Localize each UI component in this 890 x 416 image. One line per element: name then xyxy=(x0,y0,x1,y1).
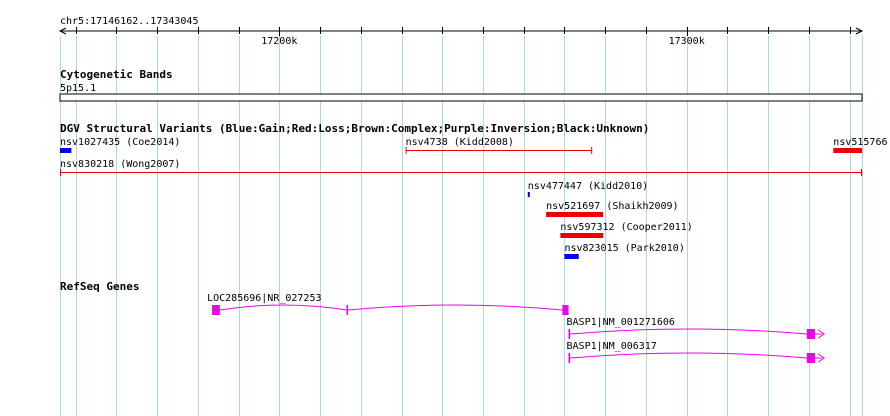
ruler-tick-label: 17300k xyxy=(669,36,705,47)
genome-tracks-canvas: chr5:17146162..17343045 17200k 17300k Cyt… xyxy=(58,16,887,416)
gene-exon xyxy=(568,329,571,339)
gene-label: LOC285696|NR_027253 xyxy=(207,293,321,304)
gene-intron xyxy=(347,304,563,311)
dgv-feature[interactable]: nsv477447 (Kidd2010) xyxy=(527,181,648,197)
dgv-feature[interactable]: nsv521697 (Shaikh2009) xyxy=(546,201,679,217)
dgv-feature-label: nsv521697 (Shaikh2009) xyxy=(546,201,678,212)
refseq-track-title: RefSeq Genes xyxy=(60,280,139,293)
dgv-feature-box xyxy=(60,148,72,153)
dgv-track-title: DGV Structural Variants (Blue:Gain;Red:L… xyxy=(60,122,649,135)
cytoband-track: Cytogenetic Bands 5p15.1 xyxy=(59,68,863,102)
dgv-feature[interactable]: nsv515766 xyxy=(833,137,887,153)
gene-exon xyxy=(806,329,815,339)
dgv-feature[interactable]: nsv597312 (Cooper2011) xyxy=(560,222,693,238)
dgv-feature-label: nsv4738 (Kidd2008) xyxy=(406,137,514,148)
dgv-feature-box xyxy=(546,212,604,217)
cytoband-bar xyxy=(59,93,863,102)
dgv-feature-label: nsv597312 (Cooper2011) xyxy=(560,222,692,233)
ruler-track: chr5:17146162..17343045 17200k 17300k xyxy=(58,16,864,47)
genome-browser-image: chr5:17146162..17343045 17200k 17300k Cyt… xyxy=(0,0,890,416)
gene-label: BASP1|NM_001271606 xyxy=(567,317,675,328)
gene-exon xyxy=(562,305,569,315)
grid-lines xyxy=(60,36,863,416)
dgv-feature[interactable]: nsv1027435 (Coe2014) xyxy=(60,137,180,153)
dgv-feature-box xyxy=(560,233,604,238)
gene-exon xyxy=(346,305,349,315)
refseq-genes: LOC285696|NR_027253 BASP1|NM_001271606 BAS… xyxy=(207,293,826,363)
gene-exon xyxy=(806,353,815,363)
dgv-feature-label: nsv830218 (Wong2007) xyxy=(60,159,180,170)
dgv-feature-label: nsv515766 xyxy=(833,137,887,148)
cytoband-label: 5p15.1 xyxy=(60,83,96,94)
dgv-feature-label: nsv823015 (Park2010) xyxy=(564,243,684,254)
dgv-feature-label: nsv1027435 (Coe2014) xyxy=(60,137,180,148)
dgv-features: nsv1027435 (Coe2014) nsv4738 (Kidd2008) ns… xyxy=(60,137,887,259)
gene-exon xyxy=(568,353,571,363)
dgv-feature-box xyxy=(527,192,530,197)
dgv-feature-box xyxy=(564,254,579,259)
location-label: chr5:17146162..17343045 xyxy=(60,16,198,27)
dgv-feature-box xyxy=(833,148,862,153)
cytoband-track-title: Cytogenetic Bands xyxy=(60,68,173,81)
dgv-track: DGV Structural Variants (Blue:Gain;Red:L… xyxy=(60,122,887,259)
dgv-feature-label: nsv477447 (Kidd2010) xyxy=(528,181,648,192)
gene-transcript[interactable]: LOC285696|NR_027253 xyxy=(207,293,569,315)
dgv-feature[interactable]: nsv823015 (Park2010) xyxy=(564,243,685,259)
gene-intron xyxy=(219,304,347,311)
ruler-tick-label: 17200k xyxy=(261,36,297,47)
dgv-feature[interactable]: nsv830218 (Wong2007) xyxy=(60,159,862,176)
ruler-ticks: 17200k 17300k xyxy=(76,27,851,47)
gene-label: BASP1|NM_006317 xyxy=(567,341,657,352)
gene-exon xyxy=(212,305,220,315)
